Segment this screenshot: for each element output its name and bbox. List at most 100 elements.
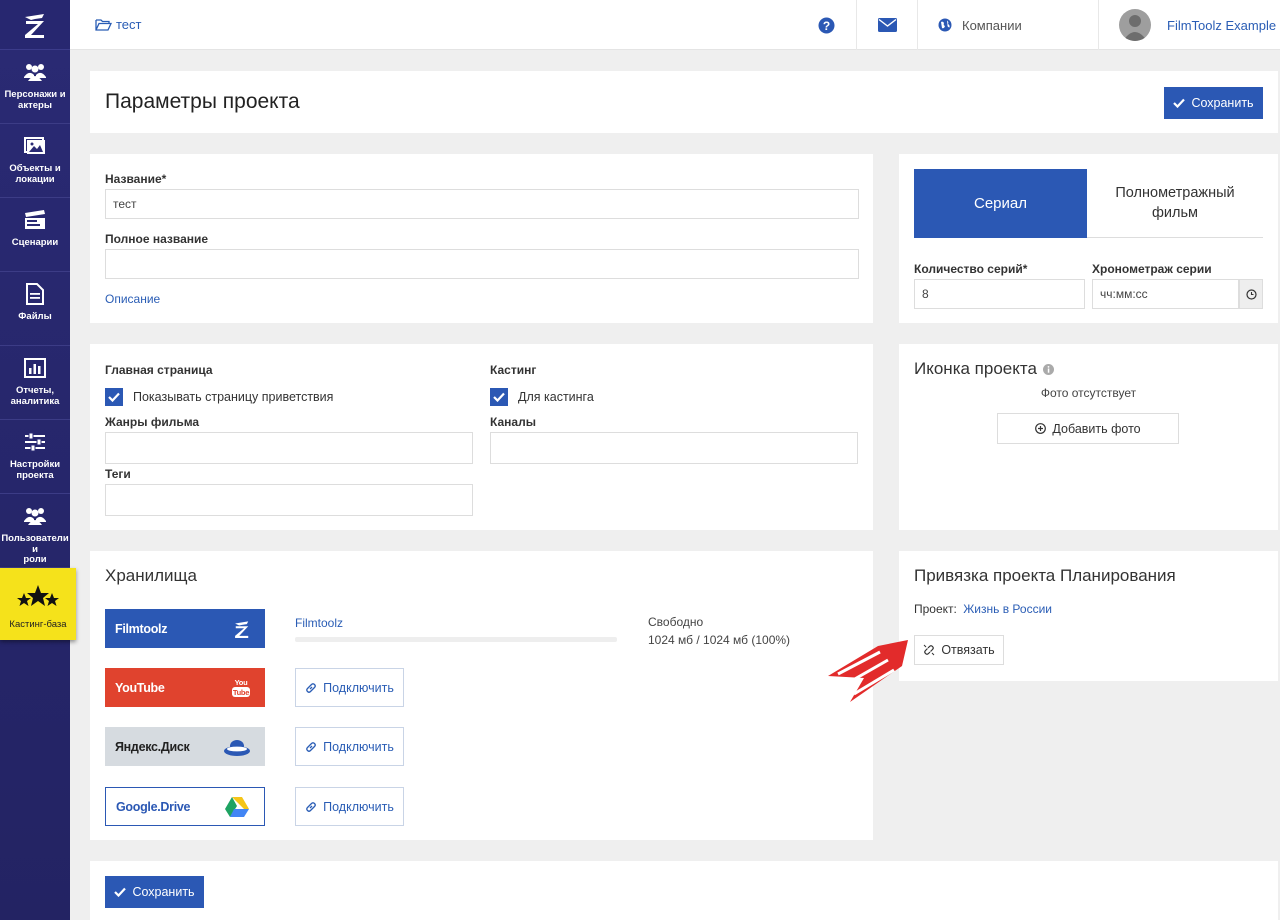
storage-panel: Хранилища Filmtoolz Filmtoolz Свободно 1… (90, 551, 873, 840)
users-icon (23, 504, 47, 528)
footer-panel: Сохранить (90, 861, 1278, 920)
sidebar-item-label: Объекты и локации (9, 163, 61, 185)
folder-open-icon (95, 19, 112, 31)
icon-panel-title: Иконка проекта (914, 359, 1054, 379)
sidebar-item-label: Персонажи и актеры (4, 89, 66, 111)
channels-input[interactable] (490, 432, 858, 464)
save-button-top[interactable]: Сохранить (1164, 87, 1263, 119)
main-page-label: Главная страница (105, 363, 213, 377)
sidebar-item-label: Отчеты, аналитика (10, 385, 60, 407)
youtube-icon: YouTube (232, 678, 250, 697)
check-icon (114, 887, 127, 897)
sidebar-item-users[interactable]: Пользователи и роли (0, 494, 70, 568)
save-button-bottom[interactable]: Сохранить (105, 876, 204, 908)
channels-label: Каналы (490, 415, 536, 429)
attention-arrow-icon (828, 640, 908, 702)
show-welcome-label: Показывать страницу приветствия (133, 390, 334, 404)
tab-film[interactable]: Полнометражный фильм (1087, 169, 1263, 238)
sidebar-item-label: Сценарии (11, 237, 59, 248)
stars-icon (16, 582, 60, 612)
for-casting-checkbox[interactable]: Для кастинга (490, 388, 594, 406)
clapperboard-icon (23, 208, 47, 232)
count-label: Количество серий* (914, 262, 1028, 276)
svg-text:Tube: Tube (233, 688, 249, 697)
planning-project: Проект: Жизнь в России (914, 602, 1052, 616)
sidebar-item-objects[interactable]: Объекты и локации (0, 124, 70, 198)
planning-title: Привязка проекта Планирования (914, 566, 1176, 585)
breadcrumb[interactable]: тест (95, 17, 142, 32)
sidebar-item-files[interactable]: Файлы (0, 272, 70, 346)
storage-title: Хранилища (105, 566, 197, 585)
type-panel: Сериал Полнометражный фильм Количество с… (899, 154, 1278, 323)
yandex-disk-icon (224, 739, 250, 756)
save-label: Сохранить (132, 885, 195, 899)
sliders-icon (23, 430, 47, 454)
clock-icon (1245, 288, 1257, 300)
info-icon[interactable] (1042, 363, 1054, 375)
checkbox-checked[interactable] (105, 388, 123, 406)
show-welcome-checkbox[interactable]: Показывать страницу приветствия (105, 388, 333, 406)
free-value: 1024 мб / 1024 мб (100%) (648, 633, 791, 647)
avatar (1119, 9, 1151, 41)
save-label: Сохранить (1191, 96, 1254, 110)
checkbox-checked[interactable] (490, 388, 508, 406)
sidebar-item-characters[interactable]: Персонажи и актеры (0, 50, 70, 124)
tags-input[interactable] (105, 484, 473, 516)
file-icon (23, 282, 47, 306)
plus-circle-icon (1035, 423, 1047, 434)
companies-button[interactable]: Компании (917, 0, 1098, 50)
user-menu[interactable]: FilmToolz Example (1098, 0, 1280, 50)
envelope-icon (877, 18, 897, 32)
duration-label: Хронометраж серии (1092, 262, 1212, 276)
sidebar-item-label: Настройки проекта (9, 459, 61, 481)
user-name: FilmToolz Example (1167, 17, 1277, 33)
project-icon-panel: Иконка проекта Фото отсутствует Добавить… (899, 344, 1278, 530)
link-icon (306, 741, 317, 752)
fullname-label: Полное название (105, 232, 209, 246)
svg-text:?: ? (822, 19, 829, 33)
duration-input[interactable]: чч:мм:сс (1092, 279, 1239, 309)
question-icon: ? (818, 17, 834, 33)
users-icon (23, 60, 47, 84)
header-panel: Параметры проекта Сохранить (90, 71, 1278, 133)
genres-label: Жанры фильма (105, 415, 200, 429)
add-photo-button[interactable]: Добавить фото (997, 413, 1179, 444)
filmtoolz-logo-icon (235, 620, 249, 638)
google-drive-icon (225, 796, 249, 817)
sidebar-item-casting-base[interactable]: Кастинг-база (0, 568, 76, 640)
chart-icon (23, 356, 47, 380)
sidebar-item-label: Файлы (18, 311, 52, 322)
genres-input[interactable] (105, 432, 473, 464)
description-link[interactable]: Описание (105, 292, 160, 306)
name-label: Название* (105, 172, 167, 186)
sidebar-item-scripts[interactable]: Сценарии (0, 198, 70, 272)
fullname-input[interactable] (105, 249, 859, 279)
youtube-storage-logo: YouTube You Tube (105, 668, 265, 707)
sidebar-item-project-settings[interactable]: Настройки проекта (0, 420, 70, 494)
tab-series[interactable]: Сериал (914, 169, 1087, 238)
episode-count-input[interactable]: 8 (914, 279, 1085, 309)
connect-yandex-button[interactable]: Подключить (295, 727, 404, 766)
app-logo[interactable] (0, 0, 70, 50)
filmtoolz-storage-name[interactable]: Filmtoolz (295, 616, 343, 630)
yandex-disk-storage-logo: Яндекс.Диск (105, 727, 265, 766)
for-casting-label: Для кастинга (518, 390, 594, 404)
name-input[interactable]: тест (105, 189, 859, 219)
companies-label: Компании (962, 17, 1022, 33)
connect-youtube-button[interactable]: Подключить (295, 668, 404, 707)
messages-button[interactable] (856, 0, 917, 50)
filmtoolz-logo-icon (25, 13, 44, 38)
globe-icon (938, 18, 952, 32)
top-bar: тест ? Компании FilmToolz Example (70, 0, 1280, 50)
clock-button[interactable] (1239, 279, 1263, 309)
sidebar-item-reports[interactable]: Отчеты, аналитика (0, 346, 70, 420)
connect-google-drive-button[interactable]: Подключить (295, 787, 404, 826)
unlink-button[interactable]: Отвязать (914, 635, 1004, 665)
breadcrumb-label: тест (116, 17, 142, 32)
general-panel: Название* тест Полное название Описание (90, 154, 873, 323)
planning-panel: Привязка проекта Планирования Проект: Жи… (899, 551, 1278, 681)
planning-project-link[interactable]: Жизнь в России (963, 602, 1052, 616)
sidebar: Персонажи и актеры Объекты и локации Сце… (0, 0, 76, 920)
help-button[interactable]: ? (796, 0, 856, 50)
tags-label: Теги (105, 467, 131, 481)
